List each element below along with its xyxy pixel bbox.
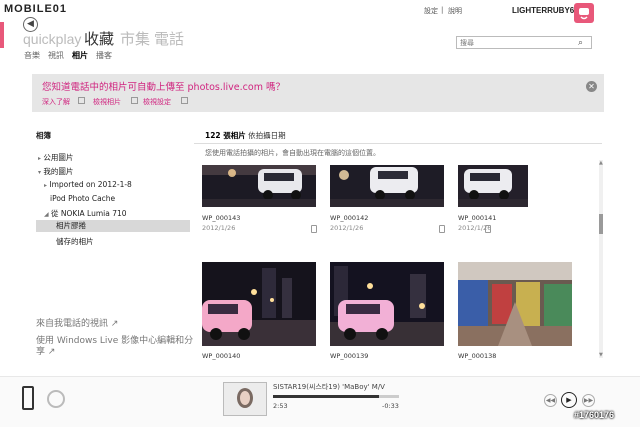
- close-banner-icon[interactable]: ✕: [586, 81, 597, 92]
- phone-icon: [485, 225, 491, 233]
- photo-thumbnail[interactable]: [458, 165, 528, 207]
- nav-tab-collection[interactable]: 收藏: [84, 28, 114, 49]
- subnav-podcasts[interactable]: 播客: [96, 50, 112, 61]
- sidebar-item-saved-pictures[interactable]: 儲存的相片: [56, 236, 94, 247]
- phone-icon: [439, 225, 445, 233]
- nav-tab-phone[interactable]: 電話: [154, 28, 184, 49]
- scroll-up-icon[interactable]: ▲: [599, 160, 603, 166]
- learn-more-link[interactable]: 深入了解: [42, 97, 70, 107]
- sidebar-item-label: Imported on 2012-1-8: [49, 180, 132, 189]
- expand-caret-icon[interactable]: ▸: [38, 155, 41, 162]
- photo-store-interior: [458, 262, 572, 346]
- progress-bar[interactable]: [273, 395, 399, 398]
- photo-night-street-car: [202, 262, 316, 346]
- sidebar-item-label: 公用圖片: [43, 153, 74, 162]
- sidebar-item-camera-roll[interactable]: 相片膠捲: [36, 220, 190, 232]
- photo-count-header: 122 張相片 依拍攝日期: [205, 130, 286, 141]
- scroll-down-icon[interactable]: ▼: [599, 352, 603, 358]
- sidebar-item-label: iPod Photo Cache: [50, 194, 116, 203]
- photo-night-street-car: [330, 165, 444, 207]
- avatar[interactable]: [574, 3, 594, 23]
- play-icon[interactable]: ▶: [561, 392, 577, 408]
- brand-label: quickplay: [23, 31, 82, 47]
- windows-live-gallery-link[interactable]: 使用 Windows Live 影像中心編輯和分享 ↗: [36, 336, 196, 358]
- scroll-thumb[interactable]: [599, 214, 603, 234]
- phone-device-icon[interactable]: [22, 386, 34, 410]
- sidebar-item-label: 從 NOKIA Lumia 710: [51, 209, 127, 218]
- photo-name: WP_000141: [458, 214, 497, 222]
- sync-icon[interactable]: [47, 390, 65, 408]
- photo-night-street-car: [330, 262, 444, 346]
- photo-name: WP_000143: [202, 214, 241, 222]
- avatar-face-icon: [579, 8, 589, 20]
- photos-hint: 您使用電話拍攝的相片，會自動出現在電腦的這個位置。: [205, 149, 380, 157]
- now-playing-title: SISTAR19(씨스타19) 'MaBoy' M/V: [273, 383, 385, 391]
- sidebar-item-public-pictures[interactable]: ▸ 公用圖片: [38, 152, 73, 163]
- external-link-icon: [131, 97, 138, 104]
- phone-videos-link[interactable]: 來自我電話的視訊 ↗: [36, 316, 118, 329]
- photo-thumbnail[interactable]: [458, 262, 572, 346]
- accent-strip: [0, 22, 4, 48]
- photo-thumbnail[interactable]: [202, 262, 316, 346]
- subnav-video[interactable]: 視訊: [48, 50, 64, 61]
- subnav-photos[interactable]: 相片: [72, 50, 88, 61]
- collapse-caret-icon[interactable]: ◢: [44, 211, 49, 218]
- divider: [194, 143, 602, 144]
- phone-icon: [311, 225, 317, 233]
- sidebar-heading: 相簿: [36, 131, 51, 140]
- photo-date: 2012/1/26: [202, 224, 236, 232]
- remaining-time: -0:33: [382, 402, 399, 410]
- photo-name: WP_000139: [330, 352, 369, 360]
- sidebar-item-label: 我的圖片: [43, 167, 74, 176]
- view-settings-link[interactable]: 檢視設定: [143, 97, 171, 107]
- progress-fill: [273, 395, 379, 398]
- external-link-icon: [78, 97, 85, 104]
- photo-thumbnail[interactable]: [330, 262, 444, 346]
- banner-title: 您知道電話中的相片可自動上傳至 photos.live.com 嗎？: [42, 82, 285, 93]
- photo-count: 122 張相片: [205, 131, 246, 140]
- view-photos-link[interactable]: 檢視相片: [93, 97, 121, 107]
- sidebar-item-nokia-lumia[interactable]: ◢ 從 NOKIA Lumia 710: [44, 208, 127, 219]
- photo-name: WP_000140: [202, 352, 241, 360]
- sort-label[interactable]: 依拍攝日期: [248, 131, 286, 140]
- expand-caret-icon[interactable]: ▸: [44, 182, 47, 189]
- sidebar-item-label: 儲存的相片: [56, 237, 94, 246]
- next-icon[interactable]: ▶▶: [582, 394, 595, 407]
- search-input[interactable]: [456, 36, 592, 49]
- photo-thumbnail[interactable]: [330, 165, 444, 207]
- photo-night-street-car: [458, 165, 528, 207]
- photo-thumbnail[interactable]: [202, 165, 316, 207]
- watermark-id: #1760176: [574, 410, 615, 420]
- scrollbar[interactable]: [599, 160, 603, 358]
- back-icon[interactable]: ◀: [23, 17, 38, 32]
- subnav-music[interactable]: 音樂: [24, 50, 40, 61]
- album-art[interactable]: [223, 382, 267, 416]
- photo-date: 2012/1/26: [330, 224, 364, 232]
- elapsed-time: 2:53: [273, 402, 288, 410]
- sidebar-item-label: 相片膠捲: [56, 221, 86, 230]
- photo-night-street-car: [202, 165, 316, 207]
- nav-tab-marketplace[interactable]: 市集: [120, 28, 150, 49]
- album-art-portrait: [224, 383, 266, 415]
- sidebar-item-imported[interactable]: ▸ Imported on 2012-1-8: [44, 180, 132, 189]
- top-link-separator: |: [441, 6, 444, 14]
- photo-name: WP_000142: [330, 214, 369, 222]
- previous-icon[interactable]: ◀◀: [544, 394, 557, 407]
- collapse-caret-icon[interactable]: ▾: [38, 169, 41, 176]
- search-icon[interactable]: ⌕: [578, 38, 583, 48]
- watermark-logo: MOBILE01: [4, 3, 68, 15]
- settings-link[interactable]: 設定: [424, 6, 438, 16]
- photo-name: WP_000138: [458, 352, 497, 360]
- help-link[interactable]: 說明: [448, 6, 462, 16]
- external-link-icon: [181, 97, 188, 104]
- user-name[interactable]: LIGHTERRUBY6: [512, 6, 574, 15]
- sidebar-item-ipod-cache[interactable]: iPod Photo Cache: [50, 194, 115, 203]
- sidebar-item-my-pictures[interactable]: ▾ 我的圖片: [38, 166, 73, 177]
